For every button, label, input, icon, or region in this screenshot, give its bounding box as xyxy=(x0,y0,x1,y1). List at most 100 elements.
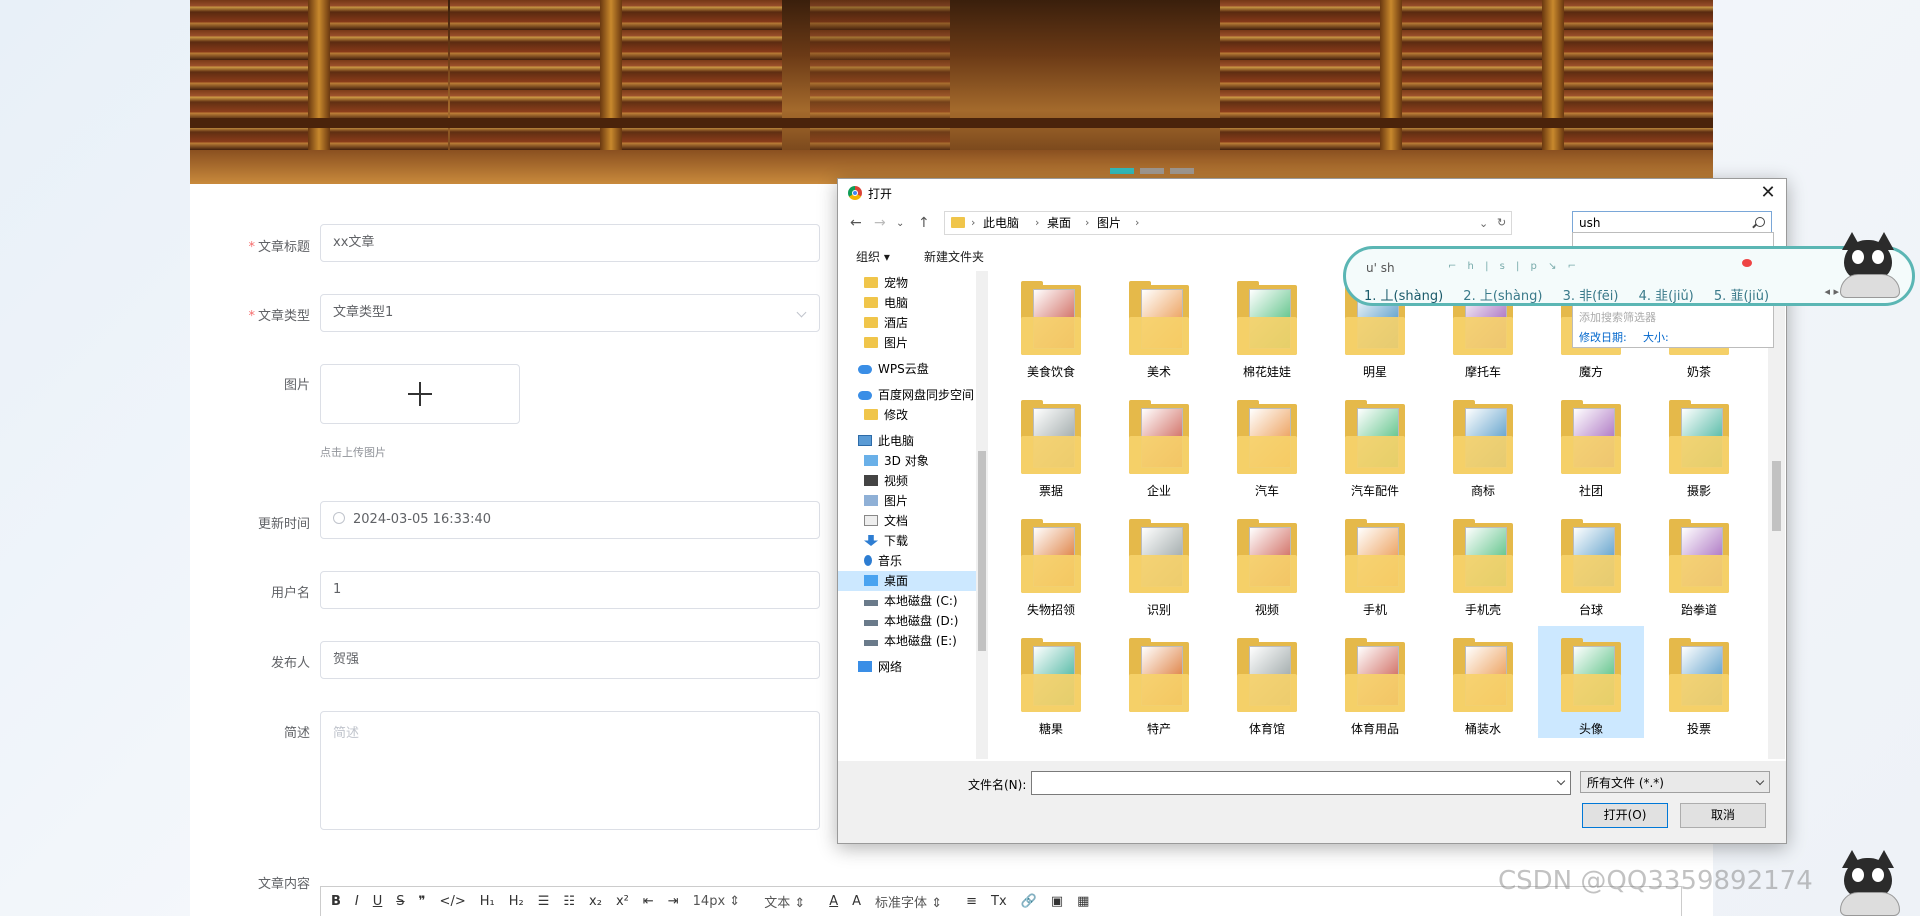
filename-input[interactable] xyxy=(1031,771,1571,795)
h1-button[interactable]: H₁ xyxy=(480,894,495,909)
ime-candidate[interactable]: 5. 韮(jiǔ) xyxy=(1714,289,1769,304)
sidebar-item[interactable]: 3D 对象 xyxy=(838,451,988,471)
font-size-select[interactable]: 14px ⇕ xyxy=(693,894,741,909)
sidebar-item[interactable]: 网络 xyxy=(838,657,988,677)
video-icon[interactable]: ▦ xyxy=(1077,894,1089,909)
folder-item[interactable]: 社团 xyxy=(1538,388,1644,500)
folder-item[interactable]: 汽车 xyxy=(1214,388,1320,500)
bullet-list-button[interactable]: ☷ xyxy=(563,894,575,909)
sidebar-scrollbar[interactable] xyxy=(976,271,988,759)
sidebar-item[interactable]: 音乐 xyxy=(838,551,988,571)
title-input[interactable]: xx文章 xyxy=(320,224,820,262)
close-button[interactable]: ✕ xyxy=(1756,181,1780,205)
modified-date-filter[interactable]: 修改日期: xyxy=(1579,329,1627,345)
sidebar-item[interactable]: 此电脑 xyxy=(838,431,988,451)
folder-item[interactable]: 视频 xyxy=(1214,507,1320,619)
ordered-list-button[interactable]: ☰ xyxy=(538,894,550,909)
forward-arrow-icon[interactable]: → xyxy=(874,215,886,231)
sidebar-item[interactable]: 图片 xyxy=(838,333,988,353)
ime-candidate[interactable]: 4. 韭(jiǔ) xyxy=(1639,289,1694,304)
folder-item[interactable]: 糖果 xyxy=(998,626,1104,738)
image-upload[interactable] xyxy=(320,364,520,424)
sidebar-item[interactable]: 本地磁盘 (E:) xyxy=(838,631,988,651)
folder-item[interactable]: 头像 xyxy=(1538,626,1644,738)
folder-item[interactable]: 美食饮食 xyxy=(998,271,1104,381)
folder-item[interactable]: 台球 xyxy=(1538,507,1644,619)
sidebar-item[interactable]: 本地磁盘 (C:) xyxy=(838,591,988,611)
link-icon[interactable]: 🔗 xyxy=(1021,894,1037,909)
sidebar-item[interactable]: 桌面 xyxy=(838,571,988,591)
filetype-select[interactable]: 所有文件 (*.*) xyxy=(1580,771,1770,793)
back-arrow-icon[interactable]: ← xyxy=(850,215,862,231)
address-bar[interactable]: › 此电脑 › 桌面 › 图片 › ⌄ ↻ xyxy=(944,211,1512,235)
ime-candidates[interactable]: 1. 丄(shàng) 2. 上(shàng) 3. 非(fēi) 4. 韭(j… xyxy=(1364,285,1785,304)
folder-item[interactable]: 投票 xyxy=(1646,626,1752,738)
address-dropdown-icon[interactable]: ⌄ xyxy=(1479,213,1488,235)
image-icon[interactable]: ▣ xyxy=(1051,894,1063,909)
folder-item[interactable]: 识别 xyxy=(1106,507,1212,619)
sidebar-item[interactable]: 修改 xyxy=(838,405,988,425)
folder-item[interactable]: 跆拳道 xyxy=(1646,507,1752,619)
ime-candidate[interactable]: 2. 上(shàng) xyxy=(1463,289,1542,304)
sidebar-item[interactable]: 文档 xyxy=(838,511,988,531)
header-type-select[interactable]: 文本 ⇕ xyxy=(764,892,805,911)
ime-tools[interactable]: ⌐ h | s | p ↘ ⌐ xyxy=(1448,261,1580,272)
update-time-input[interactable]: 2024-03-05 16:33:40 xyxy=(320,501,820,539)
cancel-button[interactable]: 取消 xyxy=(1680,803,1766,828)
folder-item[interactable]: 棉花娃娃 xyxy=(1214,271,1320,381)
quote-button[interactable]: ❞ xyxy=(419,894,426,909)
ime-candidate[interactable]: 3. 非(fēi) xyxy=(1563,289,1619,304)
carousel-indicator[interactable] xyxy=(1110,168,1194,174)
outdent-button[interactable]: ⇤ xyxy=(643,894,654,909)
sidebar-item[interactable]: WPS云盘 xyxy=(838,359,988,379)
folder-item[interactable]: 商标 xyxy=(1430,388,1536,500)
sidebar-item[interactable]: 本地磁盘 (D:) xyxy=(838,611,988,631)
open-button[interactable]: 打开(O) xyxy=(1582,803,1668,828)
username-input[interactable]: 1 xyxy=(320,571,820,609)
clear-format-button[interactable]: Tx xyxy=(991,894,1007,909)
folder-item[interactable]: 手机壳 xyxy=(1430,507,1536,619)
folder-item[interactable]: 汽车配件 xyxy=(1322,388,1428,500)
italic-button[interactable]: I xyxy=(355,894,359,909)
align-button[interactable]: ≡ xyxy=(966,894,977,909)
folder-item[interactable]: 票据 xyxy=(998,388,1104,500)
size-filter[interactable]: 大小: xyxy=(1643,329,1669,345)
font-color-button[interactable]: A xyxy=(829,894,838,909)
folder-item[interactable]: 失物招领 xyxy=(998,507,1104,619)
bold-button[interactable]: B xyxy=(331,894,341,909)
sidebar-item[interactable]: 电脑 xyxy=(838,293,988,313)
publisher-input[interactable]: 贺强 xyxy=(320,641,820,679)
breadcrumb-this-pc[interactable]: 此电脑 xyxy=(983,212,1019,234)
type-select[interactable]: 文章类型1 xyxy=(320,294,820,332)
ime-candidate[interactable]: 1. 丄(shàng) xyxy=(1364,289,1443,304)
new-folder-button[interactable]: 新建文件夹 xyxy=(924,248,984,265)
sidebar-item[interactable]: 酒店 xyxy=(838,313,988,333)
folder-item[interactable]: 特产 xyxy=(1106,626,1212,738)
sidebar-item[interactable]: 图片 xyxy=(838,491,988,511)
underline-button[interactable]: U xyxy=(373,894,383,909)
sidebar-item[interactable]: 视频 xyxy=(838,471,988,491)
sidebar-item[interactable]: 宠物 xyxy=(838,273,988,293)
summary-textarea[interactable]: 简述 xyxy=(320,711,820,830)
code-button[interactable]: </> xyxy=(440,894,466,909)
organize-button[interactable]: 组织 ▾ xyxy=(856,248,890,265)
folder-item[interactable]: 手机 xyxy=(1322,507,1428,619)
font-family-select[interactable]: 标准字体 ⇕ xyxy=(875,892,942,911)
h2-button[interactable]: H₂ xyxy=(509,894,524,909)
folder-item[interactable]: 美术 xyxy=(1106,271,1212,381)
folder-item[interactable]: 企业 xyxy=(1106,388,1212,500)
sidebar-item[interactable]: 百度网盘同步空间 xyxy=(838,385,988,405)
superscript-button[interactable]: x² xyxy=(616,894,629,909)
sidebar-item[interactable]: 下载 xyxy=(838,531,988,551)
breadcrumb-pictures[interactable]: 图片 xyxy=(1097,212,1121,234)
breadcrumb-desktop[interactable]: 桌面 xyxy=(1047,212,1071,234)
recent-chevron-icon[interactable]: ⌄ xyxy=(896,218,904,229)
folder-item[interactable]: 桶装水 xyxy=(1430,626,1536,738)
folder-item[interactable]: 体育馆 xyxy=(1214,626,1320,738)
background-color-button[interactable]: A xyxy=(852,894,861,909)
folder-item[interactable]: 摄影 xyxy=(1646,388,1752,500)
indent-button[interactable]: ⇥ xyxy=(668,894,679,909)
folder-item[interactable]: 体育用品 xyxy=(1322,626,1428,738)
up-arrow-icon[interactable]: ↑ xyxy=(918,215,930,231)
strike-button[interactable]: S xyxy=(396,894,404,909)
